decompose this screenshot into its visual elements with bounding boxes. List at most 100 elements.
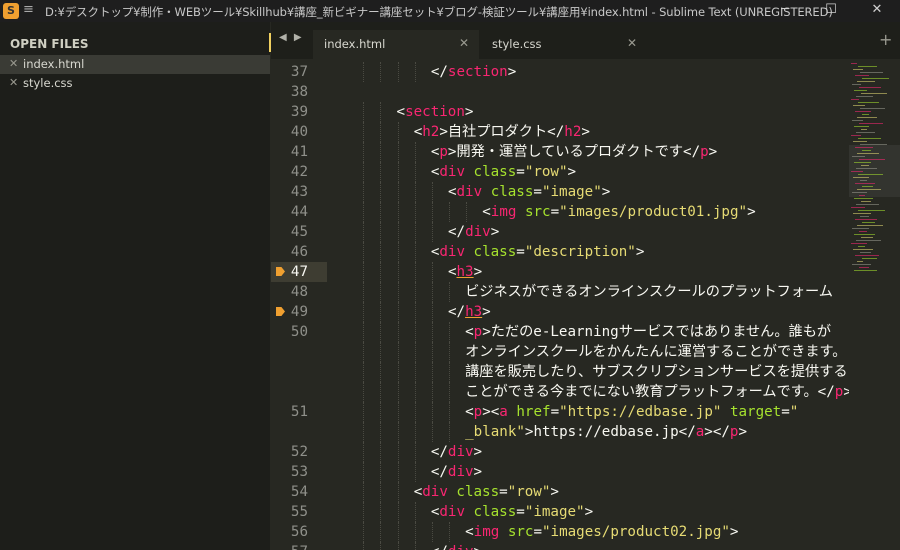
tab-style-css[interactable]: style.css ✕ <box>481 30 647 59</box>
tab-nav-arrows-icon[interactable]: ◀ ▶ <box>279 32 304 43</box>
indent-guide <box>380 182 382 202</box>
code-text: </div> <box>431 462 482 482</box>
maximize-button[interactable]: ☐ <box>808 0 854 22</box>
minimap-line <box>859 87 881 88</box>
code-token: = <box>516 244 525 260</box>
code-token: "images/product02.jpg" <box>542 524 730 540</box>
minimap-line <box>855 75 869 76</box>
code-token: p <box>439 144 448 160</box>
line-number: 45 <box>290 224 308 240</box>
close-file-icon[interactable]: ✕ <box>9 57 18 70</box>
indent-guide <box>414 162 416 182</box>
line-number: 46 <box>290 244 308 260</box>
minimap-line <box>861 93 887 94</box>
new-tab-icon[interactable]: + <box>879 30 892 49</box>
indent-guide <box>448 282 450 302</box>
code-line[interactable]: 37 </section> <box>271 62 849 82</box>
code-line[interactable]: 55 <div class="image"> <box>271 502 849 522</box>
code-line[interactable]: 56 <img src="images/product02.jpg"> <box>271 522 849 542</box>
code-line[interactable]: 42 <div class="row"> <box>271 162 849 182</box>
hamburger-menu-icon[interactable]: ≡ <box>23 2 34 17</box>
indent-guide <box>363 502 365 522</box>
open-file-item[interactable]: ✕ style.css <box>0 74 270 93</box>
indent-guide <box>380 122 382 142</box>
code-token: < <box>396 104 406 120</box>
sublime-app-icon[interactable]: S <box>3 3 19 19</box>
code-line[interactable]: 46 <div class="description"> <box>271 242 849 262</box>
open-file-item[interactable]: ✕ index.html <box>0 55 270 74</box>
code-token: >自社プロダクト</ <box>439 124 565 140</box>
code-line[interactable]: 47 <h3> <box>271 262 849 282</box>
minimap-line <box>859 123 883 124</box>
code-token: > <box>729 524 739 540</box>
code-token: 講座を販売したり、サブスクリプションサービスを提供する <box>465 364 848 380</box>
bookmark-tag-icon[interactable] <box>276 307 285 316</box>
code-line[interactable]: 39 <section> <box>271 102 849 122</box>
code-line[interactable]: オンラインスクールをかんたんに運営することができます。 <box>271 342 849 362</box>
minimap-line <box>854 198 873 199</box>
open-file-name: index.html <box>23 57 85 71</box>
code-token: </ <box>430 464 448 480</box>
indent-guide <box>380 542 382 550</box>
code-token: > <box>507 64 517 80</box>
indent-guide <box>363 102 365 122</box>
code-editor[interactable]: 37 </section> 38 39 <section> 40 <h2>自社プロダクト</… <box>271 59 849 550</box>
code-token: = <box>550 204 560 220</box>
minimap-line <box>852 228 869 229</box>
code-line[interactable]: _blank">https://edbase.jp</a></p> <box>271 422 849 442</box>
code-line[interactable]: 50 <p>ただのe-Learningサービスではありません。誰もが <box>271 322 849 342</box>
code-token: " <box>789 404 799 420</box>
code-line[interactable]: 52 </div> <box>271 442 849 462</box>
close-file-icon[interactable]: ✕ <box>9 76 18 89</box>
minimap-line <box>860 144 887 145</box>
code-line[interactable]: 44 <img src="images/product01.jpg"> <box>271 202 849 222</box>
code-token: href <box>516 404 551 420</box>
close-window-button[interactable]: ✕ <box>854 0 900 22</box>
code-line[interactable]: 45 </div> <box>271 222 849 242</box>
code-line[interactable]: 38 <box>271 82 849 102</box>
minimap-line <box>856 168 877 169</box>
code-line[interactable]: 43 <div class="image"> <box>271 182 849 202</box>
minimap-line <box>858 174 883 175</box>
line-number: 41 <box>290 144 308 160</box>
code-line[interactable]: 講座を販売したり、サブスクリプションサービスを提供する <box>271 362 849 382</box>
bookmark-tag-icon[interactable] <box>276 267 285 276</box>
tab-close-icon[interactable]: ✕ <box>627 36 637 50</box>
code-text: <p>開発・運営しているプロダクトです</p> <box>431 142 717 162</box>
minimap[interactable] <box>849 59 900 550</box>
indent-guide <box>466 202 468 222</box>
code-text: <div class="row"> <box>414 482 559 502</box>
code-line[interactable]: 57 </div> <box>271 542 849 550</box>
indent-guide <box>380 402 382 422</box>
indent-guide <box>397 162 399 182</box>
tab-index-html[interactable]: index.html ✕ <box>313 30 479 59</box>
code-line[interactable]: 49 </h3> <box>271 302 849 322</box>
code-token: </ <box>431 544 448 550</box>
code-text: <div class="image"> <box>448 182 610 202</box>
minimap-line <box>860 216 869 217</box>
code-line[interactable]: 40 <h2>自社プロダクト</h2> <box>271 122 849 142</box>
minimap-line <box>861 129 867 130</box>
minimap-line <box>851 135 861 136</box>
code-line[interactable]: 54 <div class="row"> <box>271 482 849 502</box>
minimap-line <box>859 195 865 196</box>
minimize-button[interactable]: ─ <box>762 0 808 22</box>
indent-guide <box>448 362 450 382</box>
indent-guide <box>414 282 416 302</box>
code-line[interactable]: 48 ビジネスができるオンラインスクールのプラットフォーム <box>271 282 849 302</box>
code-line[interactable]: 41 <p>開発・運営しているプロダクトです</p> <box>271 142 849 162</box>
indent-guide <box>397 242 399 262</box>
code-token: target <box>729 404 782 420</box>
indent-guide <box>448 382 450 402</box>
indent-guide <box>414 242 416 262</box>
code-text: </div> <box>448 222 499 242</box>
code-line[interactable]: 53 </div> <box>271 462 849 482</box>
code-line[interactable]: ことができる今までにない教育プラットフォームです。</p> <box>271 382 849 402</box>
code-line[interactable]: 51 <p><a href="https://edbase.jp" target=… <box>271 402 849 422</box>
code-token: >ただのe-Learningサービスではありません。誰もが <box>482 324 832 340</box>
indent-guide <box>448 422 450 442</box>
minimap-line <box>857 189 881 190</box>
code-token: </ <box>447 304 466 320</box>
indent-guide <box>448 342 450 362</box>
tab-close-icon[interactable]: ✕ <box>459 36 469 50</box>
